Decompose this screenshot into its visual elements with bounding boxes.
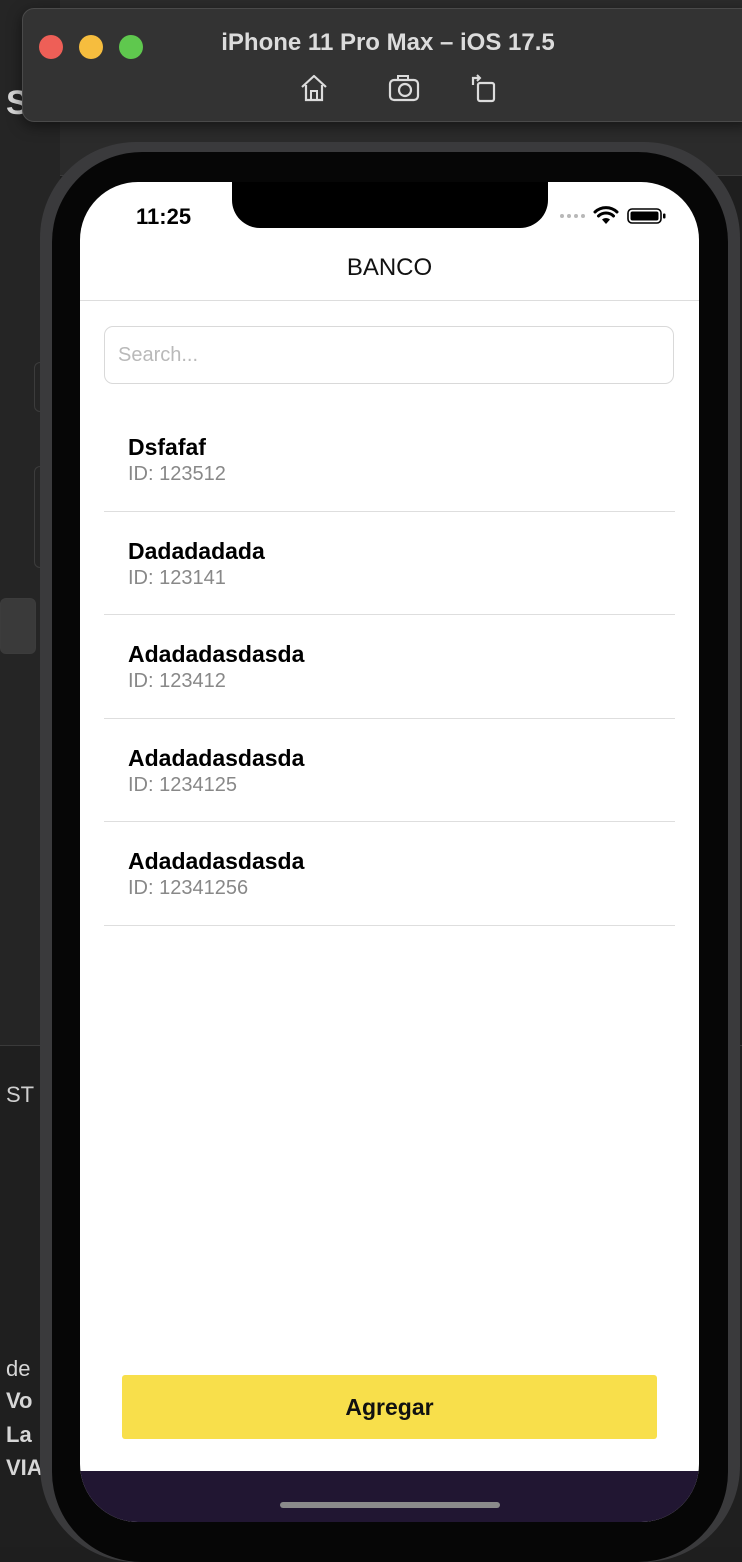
- editor-text-line: VIA: [6, 1455, 43, 1480]
- simulator-title: iPhone 11 Pro Max – iOS 17.5: [221, 29, 555, 56]
- home-indicator[interactable]: [280, 1502, 500, 1508]
- editor-field-fragment: [0, 598, 36, 654]
- wifi-icon: [593, 206, 619, 224]
- add-button[interactable]: Agregar: [122, 1375, 657, 1439]
- list-item[interactable]: Dadadadada ID: 123141: [104, 512, 675, 615]
- editor-text-line: Vo: [6, 1388, 33, 1413]
- list-item[interactable]: Adadadasdasda ID: 1234125: [104, 719, 675, 822]
- item-id: ID: 123512: [128, 463, 226, 485]
- list-item[interactable]: Adadadasdasda ID: 12341256: [104, 822, 675, 926]
- item-name: Dsfafaf: [128, 434, 206, 460]
- phone-screen: 11:25 BANCO Dsfafaf ID: 123512 Dadadadad…: [80, 182, 699, 1522]
- editor-text-line: de: [6, 1356, 31, 1381]
- bank-list: Dsfafaf ID: 123512 Dadadadada ID: 123141…: [104, 408, 675, 926]
- rotate-icon[interactable]: [467, 71, 501, 105]
- simulator-window-titlebar: iPhone 11 Pro Max – iOS 17.5: [22, 8, 742, 122]
- item-id: ID: 1234125: [128, 773, 237, 796]
- screenshot-icon[interactable]: [387, 71, 421, 105]
- item-name: Adadadasdasda: [128, 744, 305, 771]
- editor-status-label: ST: [6, 1082, 35, 1107]
- item-name: Adadadasdasda: [128, 641, 305, 667]
- signal-icon: [560, 214, 585, 218]
- item-name: Dadadadada: [128, 537, 265, 564]
- search-input[interactable]: [104, 326, 674, 384]
- item-name: Adadadasdasda: [128, 848, 305, 874]
- page-title: BANCO: [346, 254, 433, 281]
- list-item[interactable]: Dsfafaf ID: 123512: [104, 408, 675, 512]
- home-icon[interactable]: [297, 71, 331, 105]
- battery-icon: [627, 208, 666, 224]
- header-divider: [80, 300, 699, 301]
- editor-text-line: La: [6, 1422, 32, 1447]
- item-id: ID: 123412: [128, 670, 226, 692]
- item-id: ID: 12341256: [128, 877, 249, 899]
- item-id: ID: 123141: [128, 566, 226, 589]
- list-item[interactable]: Adadadasdasda ID: 123412: [104, 615, 675, 719]
- status-time: 11:25: [136, 204, 192, 229]
- status-icons: [560, 206, 667, 226]
- bottom-tab-bar: [80, 1471, 699, 1522]
- notch: [232, 182, 548, 228]
